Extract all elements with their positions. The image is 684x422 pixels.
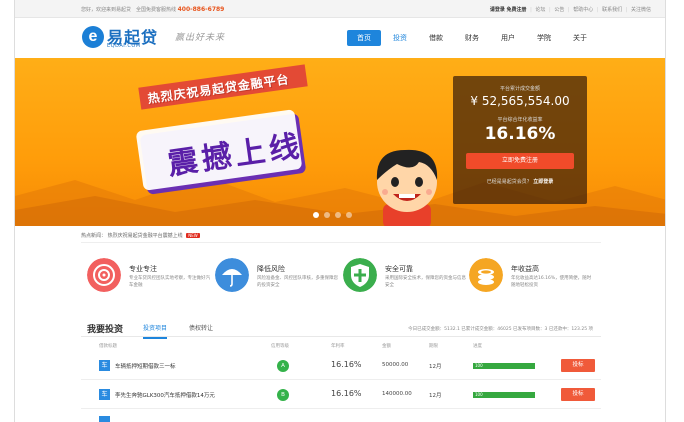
- column-header: 金额: [382, 344, 391, 349]
- bid-button[interactable]: 投标: [561, 359, 595, 372]
- total-volume-label: 平台累计成交金额: [499, 86, 540, 92]
- new-badge: NEW: [186, 233, 200, 238]
- nav-borrow[interactable]: 借款: [419, 30, 453, 46]
- annual-rate: 16.16%: [331, 360, 362, 369]
- umbrella-icon: [215, 258, 249, 292]
- credit-grade-badge: B: [277, 389, 289, 401]
- feature-high-yield: 年收益高 年化收益高达16.16%，使用简便，随时随地轻松投资: [469, 258, 599, 294]
- nav-home[interactable]: 首页: [347, 30, 381, 46]
- bid-button[interactable]: 投标: [561, 388, 595, 401]
- feature-desc: 采用国际安全技术，保障您的资金与信息安全: [385, 276, 466, 288]
- column-header: 进度: [473, 344, 482, 349]
- carousel-dot[interactable]: [313, 212, 319, 218]
- nav-user[interactable]: 用户: [491, 30, 525, 46]
- feature-desc: 专业车贷风控团队实地考察，专注做好汽车金融: [129, 276, 210, 288]
- hotline-phone: 400-886-6789: [177, 6, 225, 13]
- progress-bar: 100: [473, 392, 535, 398]
- table-header: 借款标题 信用等级 年利率 金额 期限 进度: [81, 340, 601, 350]
- cartoon-mascot-illustration: [376, 149, 438, 226]
- logo-domain: EQDAI.COM: [107, 43, 141, 49]
- top-links: 请登录 免费注册 | 论坛 | 公告 | 帮助中心 | 联系我们 | 关注微信: [489, 7, 651, 13]
- investment-summary: 今日已成交金额：5132.1 已累计成交金额：46025 已发布项目数：3 已还…: [408, 327, 593, 332]
- hero-banner[interactable]: 热烈庆祝易起贷金融平台 震撼上线 平台累计成交金额 ¥ 52,565,554.0…: [15, 58, 665, 226]
- wechat-link[interactable]: 关注微信: [631, 7, 651, 13]
- contact-link[interactable]: 联系我们: [602, 7, 622, 13]
- platform-stats-panel: 平台累计成交金额 ¥ 52,565,554.00 平台综合年化收益率 16.16…: [453, 76, 587, 204]
- car-loan-tag-icon: 车: [99, 389, 110, 400]
- forum-link[interactable]: 论坛: [535, 7, 545, 13]
- loan-amount: 50000.00: [382, 362, 409, 368]
- login-prompt-text: 已经是易起贷会员？: [486, 179, 532, 185]
- column-header: 年利率: [331, 344, 345, 349]
- welcome-text: 您好，欢迎来到易起贷 全国免费客服热线 400-886-6789: [81, 6, 224, 13]
- target-icon: [87, 258, 121, 292]
- total-volume-value: ¥ 52,565,554.00: [470, 94, 570, 108]
- coins-icon: [469, 258, 503, 292]
- progress-fill: 100: [473, 392, 535, 398]
- help-center-link[interactable]: 帮助中心: [573, 7, 593, 13]
- welcome-label: 您好，欢迎来到易起贷 全国免费客服热线: [81, 7, 177, 13]
- banner-login-link[interactable]: 立即登录: [533, 179, 553, 185]
- login-prompt: 已经是易起贷会员？ 立即登录: [453, 178, 587, 185]
- loan-amount: 140000.00: [382, 391, 412, 397]
- divider: [81, 336, 601, 337]
- slogan: 赢出好未来: [175, 33, 226, 43]
- carousel-dot[interactable]: [335, 212, 341, 218]
- car-loan-tag-icon: [99, 416, 110, 422]
- feature-title: 专业专注: [129, 265, 157, 273]
- news-item[interactable]: 热烈庆祝易起贷金融平台震撼上线: [108, 233, 183, 239]
- main-nav: 首页 投资 借款 财务 用户 学院 关于: [347, 30, 599, 46]
- feature-title: 安全可靠: [385, 265, 413, 273]
- column-header: 借款标题: [99, 344, 117, 349]
- progress-bar: 100: [473, 363, 535, 369]
- loan-title[interactable]: 李先生奔驰GLK300汽车抵押借款14万元: [115, 391, 215, 399]
- nav-about[interactable]: 关于: [563, 30, 597, 46]
- logo-icon[interactable]: e: [82, 26, 104, 48]
- register-button[interactable]: 立即免费注册: [466, 153, 574, 169]
- feature-secure: 安全可靠 采用国际安全技术，保障您的资金与信息安全: [343, 258, 473, 294]
- carousel-dot[interactable]: [324, 212, 330, 218]
- annual-rate-value: 16.16%: [484, 124, 556, 144]
- carousel-dot[interactable]: [346, 212, 352, 218]
- top-bar: 您好，欢迎来到易起贷 全国免费客服热线 400-886-6789 请登录 免费注…: [15, 0, 665, 18]
- column-header: 信用等级: [271, 344, 289, 349]
- announcement-link[interactable]: 公告: [554, 7, 564, 13]
- news-ticker: 热点新闻： 热烈庆祝易起贷金融平台震撼上线 NEW: [81, 232, 200, 239]
- credit-grade-badge: A: [277, 360, 289, 372]
- loan-title[interactable]: 车辆抵押短期借款三一标: [115, 362, 176, 370]
- shield-cross-icon: [343, 258, 377, 292]
- table-row[interactable]: 车 车辆抵押短期借款三一标 A 16.16% 50000.00 12月 100 …: [81, 352, 601, 380]
- table-row[interactable]: 车 李先生奔驰GLK300汽车抵押借款14万元 B 16.16% 140000.…: [81, 381, 601, 409]
- nav-invest[interactable]: 投资: [383, 30, 417, 46]
- feature-desc: 年化收益高达16.16%，使用简便，随时随地轻松投资: [511, 276, 592, 288]
- nav-finance[interactable]: 财务: [455, 30, 489, 46]
- feature-desc: 风险准备金、风控团队审核，多重保障您的投资安全: [257, 276, 338, 288]
- table-row[interactable]: [81, 410, 601, 422]
- feature-low-risk: 降低风险 风险准备金、风控团队审核，多重保障您的投资安全: [215, 258, 345, 294]
- column-header: 期限: [429, 344, 438, 349]
- car-loan-tag-icon: 车: [99, 360, 110, 371]
- carousel-dots: [313, 212, 352, 218]
- site-header: e 易起贷 EQDAI.COM 赢出好未来 首页 投资 借款 财务 用户 学院 …: [15, 18, 665, 58]
- progress-fill: 100: [473, 363, 535, 369]
- feature-title: 降低风险: [257, 265, 285, 273]
- annual-rate-label: 平台综合年化收益率: [497, 117, 543, 123]
- annual-rate: 16.16%: [331, 389, 362, 398]
- loan-term: 12月: [429, 393, 442, 399]
- nav-academy[interactable]: 学院: [527, 30, 561, 46]
- news-label: 热点新闻：: [81, 233, 107, 239]
- login-link[interactable]: 请登录: [490, 7, 505, 13]
- feature-title: 年收益高: [511, 265, 539, 273]
- page: 您好，欢迎来到易起贷 全国免费客服热线 400-886-6789 请登录 免费注…: [14, 0, 666, 422]
- feature-professional: 专业专注 专业车贷风控团队实地考察，专注做好汽车金融: [87, 258, 217, 294]
- tab-debt-transfer[interactable]: 债权转让: [189, 323, 213, 332]
- divider: [81, 242, 601, 243]
- register-link[interactable]: 免费注册: [507, 7, 527, 13]
- loan-term: 12月: [429, 364, 442, 370]
- section-title: 我要投资: [87, 325, 124, 335]
